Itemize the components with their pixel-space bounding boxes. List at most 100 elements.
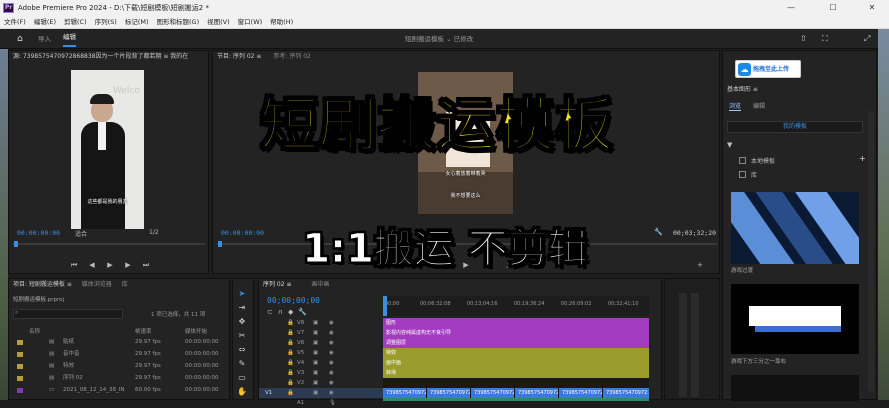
rectangle-tool-icon[interactable]: ▭ <box>236 372 248 384</box>
step-back-icon[interactable]: ⏮ <box>69 261 79 270</box>
v1-clip[interactable]: 7398575470972... <box>471 388 515 398</box>
source-playhead[interactable] <box>14 241 18 247</box>
ripple-edit-tool-icon[interactable]: ✥ <box>236 316 248 328</box>
menu-help[interactable]: 帮助(H) <box>266 16 297 29</box>
tab-project[interactable]: 项目: 短剧搬运模板 ≡ <box>13 281 72 288</box>
timeline-clip[interactable]: 特效 <box>383 348 649 358</box>
eye-icon[interactable]: ◉ <box>329 318 334 328</box>
lock-icon[interactable]: 🔒 <box>287 328 294 338</box>
project-search-input[interactable]: ⌕ <box>13 309 123 319</box>
step-forward-icon[interactable]: ⏭ <box>141 261 151 270</box>
tab-browse[interactable]: 浏览 <box>729 101 742 111</box>
reference-tab-label[interactable]: 参考: 序列 02 <box>273 53 310 60</box>
timeline-clip[interactable]: 影视内容纯属虚构无不良引导 <box>383 328 649 338</box>
home-icon[interactable]: ⌂ <box>17 29 23 49</box>
list-item[interactable]: ▤ 特效 29.97 fps 00:00:00:00 <box>9 361 229 371</box>
eye-icon[interactable]: ◉ <box>329 358 334 368</box>
essential-graphics-tab[interactable]: 基本图形 ≡ <box>727 84 758 93</box>
timeline-clip[interactable]: 转场 <box>383 368 649 378</box>
lock-icon[interactable]: 🔒 <box>287 348 294 358</box>
sync-icon[interactable]: ▣ <box>313 318 318 328</box>
col-name[interactable]: 名称 <box>29 327 40 335</box>
menu-window[interactable]: 窗口(W) <box>234 16 267 29</box>
program-playhead[interactable] <box>218 241 222 247</box>
col-fps[interactable]: 帧速率 <box>135 327 152 335</box>
timeline-clip[interactable]: 调整图层 <box>383 338 649 348</box>
template-thumbnail[interactable] <box>731 375 859 401</box>
template-thumbnail[interactable] <box>731 284 859 354</box>
v1-clip[interactable]: 7398575470972... <box>603 388 649 398</box>
source-fit-select[interactable]: 适合 <box>75 229 87 238</box>
sync-icon[interactable]: ▣ <box>313 338 318 348</box>
lock-icon[interactable]: 🔒 <box>287 368 294 378</box>
v1-clip[interactable]: 7398575470972... <box>427 388 471 398</box>
panel-scrollbar[interactable] <box>868 111 874 391</box>
pen-tool-icon[interactable]: ✎ <box>236 358 248 370</box>
eye-icon[interactable]: ◉ <box>329 328 334 338</box>
list-item[interactable]: ▤ 贴纸 29.97 fps 00:00:00:00 <box>9 337 229 347</box>
play-icon[interactable]: ▶ <box>105 261 115 269</box>
col-start[interactable]: 媒体开始 <box>185 327 207 335</box>
razor-tool-icon[interactable]: ✂ <box>236 330 248 342</box>
expand-icon[interactable]: ⤢ <box>864 29 870 49</box>
eye-icon[interactable]: ◉ <box>329 378 334 388</box>
minimize-button[interactable]: — <box>777 0 805 16</box>
share-icon[interactable]: ⇧ <box>800 29 807 49</box>
menu-edit[interactable]: 编辑(E) <box>30 16 60 29</box>
source-monitor-tab[interactable]: 源: 7398575470972868838因为一个片段背了都若期 ≡ 我的在 <box>9 51 208 63</box>
fullscreen-icon[interactable]: ⛶ <box>822 29 828 49</box>
checkbox-library[interactable] <box>739 171 746 178</box>
lock-icon[interactable]: 🔒 <box>287 388 294 398</box>
settings-icon[interactable]: 🔧 <box>298 308 312 316</box>
hand-tool-icon[interactable]: ✋ <box>236 386 248 398</box>
tab-import[interactable]: 导入 <box>38 29 51 49</box>
tab-sequence[interactable]: 序列 02 ≡ <box>263 281 291 288</box>
maximize-button[interactable]: ☐ <box>819 0 847 16</box>
slip-tool-icon[interactable]: ⇔ <box>236 344 248 356</box>
list-item[interactable]: ▤ 音中音 29.97 fps 00:00:00:00 <box>9 349 229 359</box>
sync-icon[interactable]: ▣ <box>313 358 318 368</box>
selection-tool-icon[interactable]: ➤ <box>236 288 248 300</box>
marker-icon[interactable]: ◆ <box>288 308 298 316</box>
tab-edit-graphics[interactable]: 编辑 <box>753 101 765 110</box>
menu-file[interactable]: 文件(F) <box>0 16 30 29</box>
cloud-upload-button[interactable]: ☁ 拖拽至此上传 <box>735 60 801 78</box>
timeline-playhead[interactable] <box>383 296 387 316</box>
template-thumbnail[interactable] <box>731 192 859 264</box>
lock-icon[interactable]: 🔒 <box>287 378 294 388</box>
menu-view[interactable]: 视图(V) <box>203 16 234 29</box>
menu-graphics[interactable]: 图形和标题(G) <box>153 16 204 29</box>
sync-icon[interactable]: ▣ <box>313 388 318 398</box>
source-timecode[interactable]: 00:00:00:00 <box>17 229 60 237</box>
timeline-clip[interactable]: 图形 <box>383 318 649 328</box>
frame-back-icon[interactable]: ◀ <box>87 261 97 269</box>
list-item[interactable]: ▭ 2021_08_12_14_38_IN 60.00 fps 00:00:00:00 <box>9 385 229 395</box>
menu-sequence[interactable]: 序列(S) <box>91 16 121 29</box>
tab-media-browser[interactable]: 媒体浏览器 <box>82 281 112 288</box>
eye-icon[interactable]: ◉ <box>329 388 334 398</box>
list-item[interactable]: ▤ 序列 02 29.97 fps 00:00:00:00 <box>9 373 229 383</box>
sync-icon[interactable]: ▣ <box>313 368 318 378</box>
source-scrubber[interactable] <box>13 243 205 245</box>
timeline-clip[interactable]: 画中画 <box>383 358 649 368</box>
program-monitor-tab[interactable]: 节目: 序列 02 ≡ 参考: 序列 02 <box>213 51 719 63</box>
v1-clip[interactable]: 7398575470972... <box>383 388 427 398</box>
tab-edit[interactable]: 编辑 <box>63 29 76 47</box>
snap-icon[interactable]: ⊂ <box>267 308 278 316</box>
sync-icon[interactable]: ▣ <box>313 328 318 338</box>
program-timecode[interactable]: 00:00:00:00 <box>221 229 264 237</box>
source-scale-select[interactable]: 1/2 <box>149 229 159 236</box>
filter-icon[interactable]: ▼ <box>727 141 732 149</box>
close-button[interactable]: ✕ <box>858 0 886 16</box>
menu-clip[interactable]: 剪辑(C) <box>60 16 91 29</box>
menu-marker[interactable]: 标记(M) <box>121 16 153 29</box>
sync-icon[interactable]: ▣ <box>313 348 318 358</box>
timeline-timecode[interactable]: 00;00;00;00 <box>267 296 320 305</box>
lock-icon[interactable]: 🔒 <box>287 318 294 328</box>
eye-icon[interactable]: ◉ <box>329 348 334 358</box>
v1-clip[interactable]: 7398575470972... <box>515 388 559 398</box>
library-select[interactable]: 我的模板 <box>727 121 863 133</box>
frame-forward-icon[interactable]: ▶ <box>123 261 133 269</box>
eye-icon[interactable]: ◉ <box>329 368 334 378</box>
lock-icon[interactable]: 🔒 <box>287 338 294 348</box>
